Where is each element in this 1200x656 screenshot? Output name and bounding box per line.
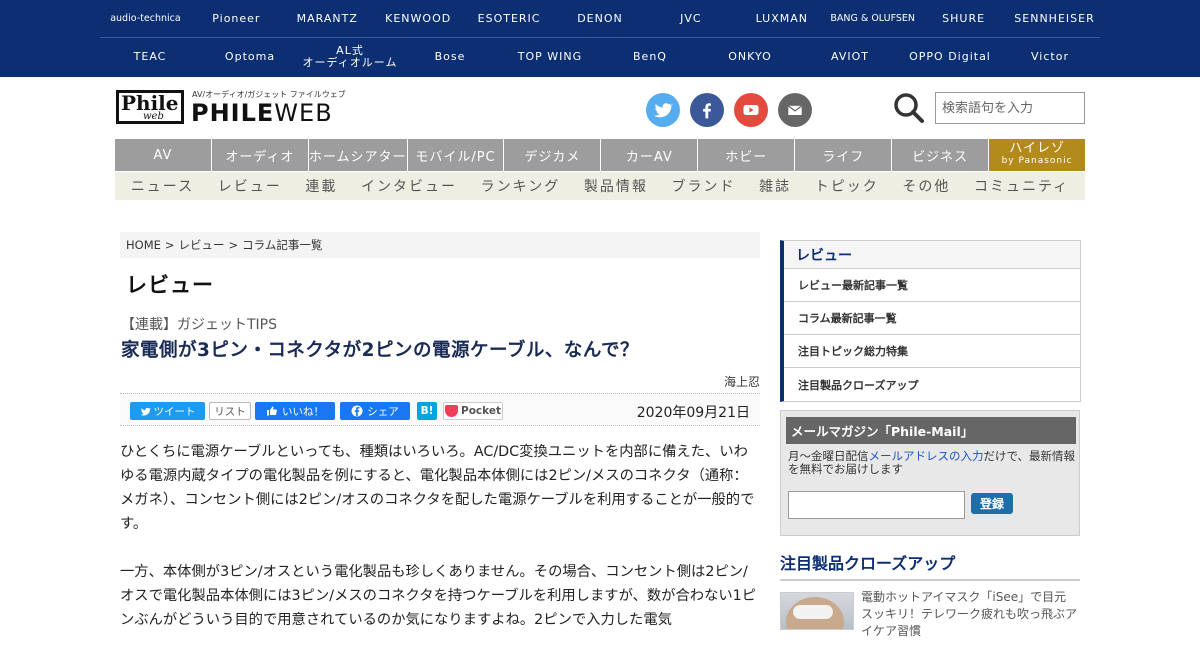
- tweet-button[interactable]: ツイート: [130, 402, 205, 420]
- brand-link[interactable]: audio-technica: [100, 0, 191, 38]
- breadcrumb-home[interactable]: HOME: [126, 238, 161, 252]
- twitter-icon[interactable]: [646, 93, 680, 127]
- feature-link[interactable]: 電動ホットアイマスク「iSee」で目元スッキリ！テレワーク疲れも吹っ飛ぶアイケア…: [861, 589, 1077, 640]
- brand-link[interactable]: DENON: [555, 0, 646, 38]
- brand-link[interactable]: SENNHEISER: [1009, 0, 1100, 38]
- brand-link[interactable]: Bose: [400, 38, 500, 76]
- brand-link[interactable]: BANG & OLUFSEN: [827, 0, 918, 38]
- brand-link[interactable]: AL式 オーディオルーム: [300, 38, 400, 76]
- thumbs-up-icon: [267, 406, 277, 416]
- mail-magazine-title: メールマガジン「Phile-Mail」: [786, 417, 1076, 444]
- sidebar-menu-item[interactable]: コラム最新記事一覧: [784, 302, 1080, 335]
- publish-date: 2020年09月21日: [636, 405, 750, 421]
- category-nav: AV オーディオ ホームシアター モバイル/PC デジカメ カーAV ホビー ライフ ビジネス …: [115, 139, 1086, 171]
- article-author[interactable]: 海上忍: [724, 373, 760, 390]
- category-hires[interactable]: ハイレゾ by Panasonic: [989, 139, 1086, 171]
- category-tab[interactable]: モバイル/PC: [407, 139, 505, 171]
- hatena-bookmark-button[interactable]: B!: [417, 402, 437, 420]
- subnav-item[interactable]: コミュニティ: [974, 176, 1069, 196]
- list-button[interactable]: リスト: [209, 402, 251, 420]
- brand-link[interactable]: JVC: [645, 0, 736, 38]
- brand-link[interactable]: Pioneer: [191, 0, 282, 38]
- subnav-item[interactable]: ブランド: [671, 176, 735, 196]
- search-icon[interactable]: [893, 92, 925, 124]
- mail-register-button[interactable]: 登録: [971, 493, 1013, 514]
- article-paragraph: 一方、本体側が3ピン/オスという電化製品も珍しくありません。その場合、コンセント…: [120, 564, 757, 628]
- sidebar-review-menu: レビュー レビュー最新記事一覧 コラム最新記事一覧 注目トピック総力特集 注目製品クロ…: [780, 240, 1081, 402]
- article-series: 【連載】ガジェットTIPS: [121, 317, 278, 333]
- brand-link[interactable]: MARANTZ: [282, 0, 373, 38]
- breadcrumb-review[interactable]: レビュー: [179, 237, 225, 253]
- mail-magazine-desc: 月～金曜日配信メールアドレスの入力だけで、最新情報を無料でお届けします: [788, 449, 1076, 476]
- brand-link[interactable]: AVIOT: [800, 38, 900, 76]
- brand-link[interactable]: TOP WING: [500, 38, 600, 76]
- facebook-share-button[interactable]: シェア: [340, 402, 410, 420]
- subnav-item[interactable]: レビュー: [218, 176, 282, 196]
- subnav-item[interactable]: ニュース: [131, 176, 194, 196]
- article-body: ひとくちに電源ケーブルといっても、種類はいろいろ。AC/DC変換ユニットを内部に…: [120, 440, 760, 656]
- mail-icon[interactable]: [778, 93, 812, 127]
- sidebar-menu-item[interactable]: 注目トピック総力特集: [784, 335, 1080, 368]
- brand-link[interactable]: Victor: [1000, 38, 1100, 76]
- logo-box: Phile web: [116, 90, 184, 124]
- category-tab[interactable]: ホームシアター: [308, 139, 408, 171]
- pocket-button[interactable]: Pocket: [443, 402, 503, 420]
- facebook-icon: [351, 405, 363, 417]
- article-title: 家電側が3ピン・コネクタが2ピンの電源ケーブル、なんで？: [121, 340, 639, 361]
- brand-bar: audio-technica Pioneer MARANTZ KENWOOD ESOTE…: [0, 0, 1200, 77]
- pocket-icon: [445, 405, 458, 417]
- feature-section-title[interactable]: 注目製品クローズアップ: [780, 550, 1080, 581]
- subnav-item[interactable]: 雑誌: [759, 176, 791, 196]
- brand-link[interactable]: OPPO Digital: [900, 38, 1000, 76]
- subnav-item[interactable]: 製品情報: [584, 176, 648, 196]
- subnav-item[interactable]: インタビュー: [361, 176, 457, 196]
- site-logo[interactable]: Phile web AV/オーディオ/ガジェット ファイルウェブ PHILEWE…: [116, 89, 346, 127]
- sidebar-menu-item[interactable]: レビュー最新記事一覧: [784, 269, 1080, 302]
- subnav-item[interactable]: 連載: [305, 176, 337, 196]
- facebook-icon[interactable]: [690, 93, 724, 127]
- brand-link[interactable]: ONKYO: [700, 38, 800, 76]
- article-paragraph: ひとくちに電源ケーブルといっても、種類はいろいろ。AC/DC変換ユニットを内部に…: [120, 444, 755, 532]
- feature-thumbnail[interactable]: [780, 592, 854, 630]
- subnav-item[interactable]: ランキング: [481, 176, 561, 196]
- brand-link[interactable]: LUXMAN: [736, 0, 827, 38]
- brand-link[interactable]: KENWOOD: [373, 0, 464, 38]
- logo-name: PHILEWEB: [191, 99, 333, 127]
- brand-link[interactable]: ESOTERIC: [464, 0, 555, 38]
- subnav-item[interactable]: その他: [902, 176, 950, 196]
- category-tab[interactable]: ライフ: [795, 139, 893, 171]
- category-tab[interactable]: カーAV: [601, 139, 699, 171]
- category-tab[interactable]: デジカメ: [504, 139, 602, 171]
- category-tab[interactable]: ビジネス: [892, 139, 990, 171]
- breadcrumb-column[interactable]: コラム記事一覧: [242, 237, 322, 253]
- category-tab[interactable]: ホビー: [698, 139, 796, 171]
- brand-link[interactable]: Optoma: [200, 38, 300, 76]
- brand-row-1: audio-technica Pioneer MARANTZ KENWOOD ESOTE…: [100, 0, 1100, 38]
- brand-link[interactable]: SHURE: [918, 0, 1009, 38]
- sidebar-menu-item[interactable]: 注目製品クローズアップ: [784, 368, 1080, 401]
- brand-row-2: TEAC Optoma AL式 オーディオルーム Bose TOP WING BenQ ON…: [100, 38, 1100, 76]
- section-title: レビュー: [126, 273, 214, 297]
- share-bar: ツイート リスト いいね！ シェア B! Pocket 2020年09月21日: [120, 393, 760, 426]
- breadcrumb: HOME > レビュー > コラム記事一覧: [120, 232, 760, 258]
- mail-address-link[interactable]: メールアドレスの入力: [869, 449, 984, 463]
- search-input[interactable]: [935, 92, 1085, 124]
- facebook-like-button[interactable]: いいね！: [255, 402, 335, 420]
- brand-link[interactable]: BenQ: [600, 38, 700, 76]
- twitter-icon: [140, 407, 151, 416]
- sidebar-menu-title[interactable]: レビュー: [784, 241, 1080, 269]
- sub-nav: ニュース レビュー 連載 インタビュー ランキング 製品情報 ブランド 雑誌 トピック その他 コミ…: [115, 172, 1085, 200]
- youtube-icon[interactable]: [734, 93, 768, 127]
- subnav-item[interactable]: トピック: [815, 176, 879, 196]
- mail-address-input[interactable]: [788, 491, 965, 519]
- category-tab[interactable]: AV: [115, 139, 212, 171]
- category-tab[interactable]: オーディオ: [211, 139, 309, 171]
- mail-magazine-box: メールマガジン「Phile-Mail」 月～金曜日配信メールアドレスの入力だけで…: [780, 410, 1080, 536]
- brand-link[interactable]: TEAC: [100, 38, 200, 76]
